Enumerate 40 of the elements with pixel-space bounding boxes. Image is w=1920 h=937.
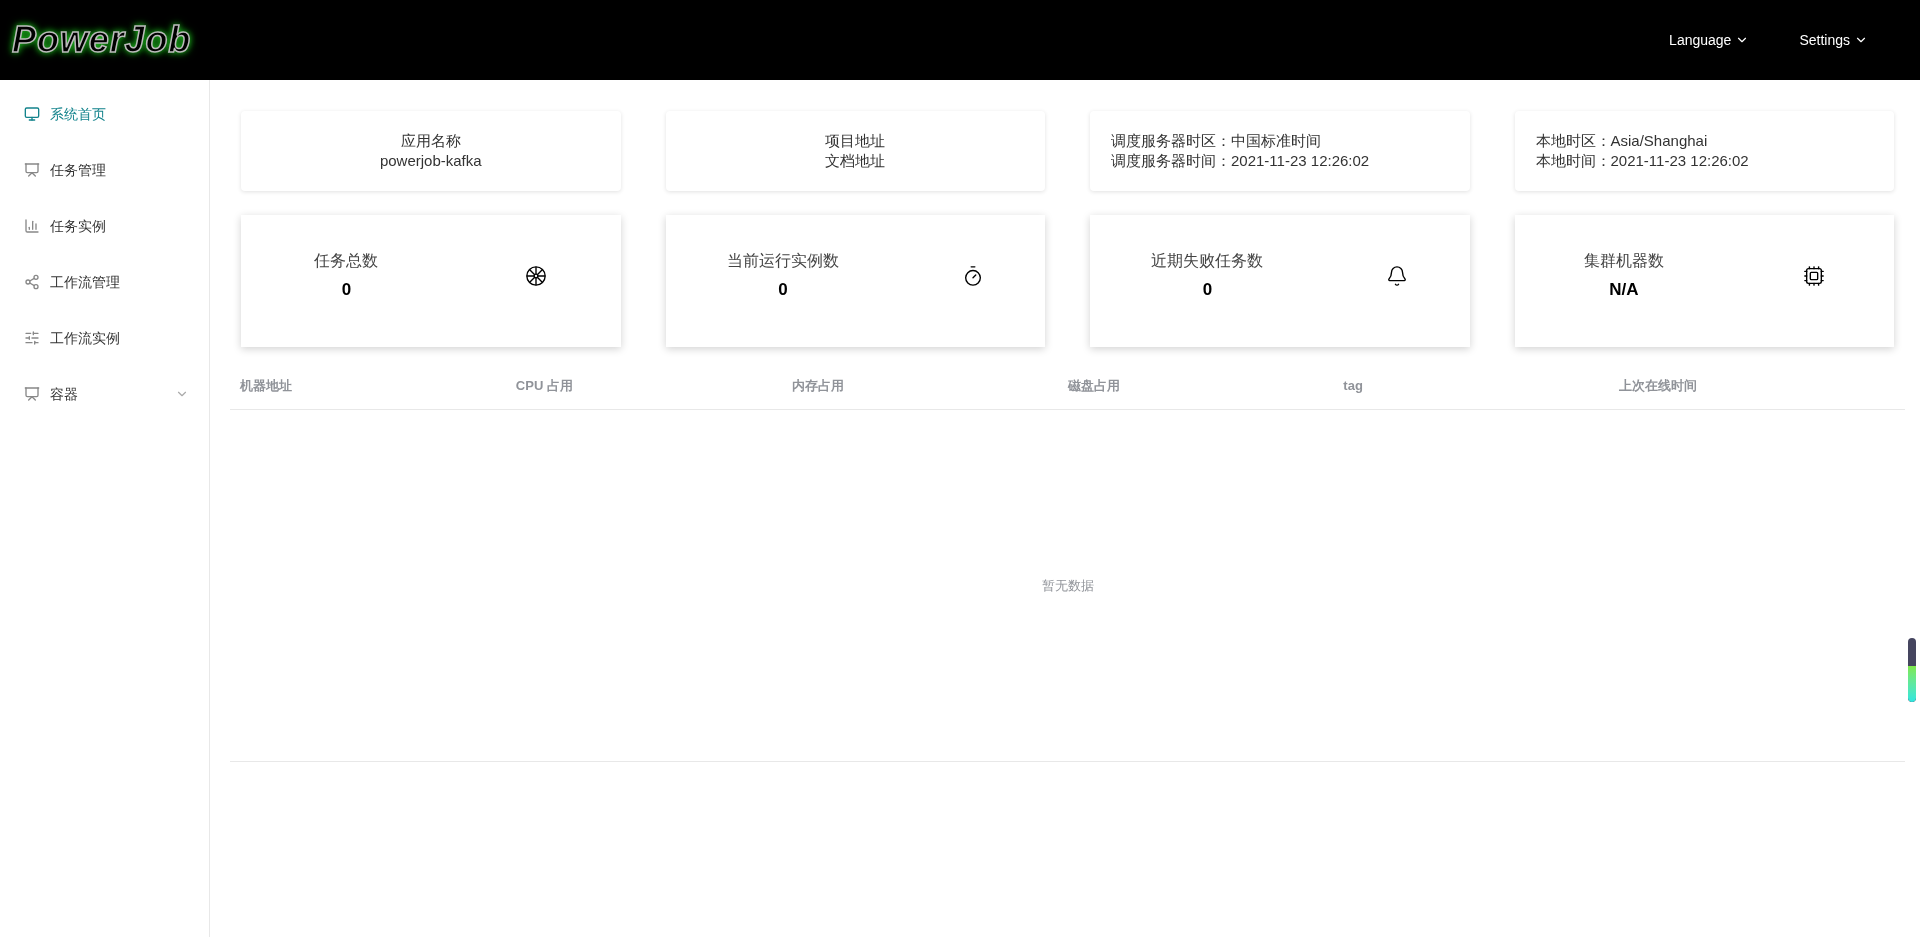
info-text: 调度服务器时间：2021-11-23 12:26:02: [1111, 151, 1370, 171]
bar-chart-icon: [24, 218, 40, 234]
column-header: 内存占用: [791, 377, 845, 396]
info-text: 本地时间：2021-11-23 12:26:02: [1535, 151, 1749, 171]
sidebar-item[interactable]: 任务实例: [0, 198, 209, 254]
monitor-icon: [24, 106, 40, 122]
sliders-icon: [24, 330, 40, 346]
header-menu[interactable]: Language: [1669, 29, 1750, 51]
info-text: 项目地址: [825, 131, 886, 151]
stat-label: 任务总数: [314, 251, 379, 272]
header-menu[interactable]: Settings: [1799, 29, 1868, 51]
share-icon: [24, 274, 40, 290]
stat-label: 近期失败任务数: [1151, 251, 1264, 272]
column-header: tag: [1343, 377, 1364, 396]
sidebar-item[interactable]: 系统首页: [0, 86, 209, 142]
chip-icon: [1802, 265, 1825, 287]
presentation-board-icon: [24, 162, 40, 178]
bell-icon: [1386, 265, 1409, 287]
info-text: 调度服务器时区：中国标准时间: [1111, 131, 1321, 151]
column-header: CPU 占用: [515, 377, 574, 396]
stat-value: 0: [778, 279, 788, 302]
presentation-board-icon: [24, 386, 40, 402]
info-text: 文档地址: [825, 151, 886, 171]
sidebar-item[interactable]: 工作流管理: [0, 254, 209, 310]
stat-label: 集群机器数: [1583, 251, 1664, 272]
info-text: powerjob-kafka: [379, 151, 482, 171]
stat-value: 0: [1202, 279, 1213, 302]
info-text: 本地时区：Asia/Shanghai: [1535, 131, 1708, 151]
stat-value: N/A: [1609, 279, 1639, 302]
column-header: 上次在线时间: [1619, 377, 1699, 396]
wheel-icon: [525, 265, 548, 287]
sidebar-item[interactable]: 任务管理: [0, 142, 209, 198]
empty-text: 暂无数据: [1041, 576, 1094, 595]
stat-label: 当前运行实例数: [726, 251, 839, 272]
sidebar-item[interactable]: 容器: [0, 366, 209, 422]
column-header: 磁盘占用: [1067, 377, 1121, 396]
stat-value: 0: [341, 279, 352, 302]
column-header: 机器地址: [240, 377, 293, 396]
sidebar-item[interactable]: 工作流实例: [0, 310, 209, 366]
info-text: 应用名称: [400, 131, 461, 151]
